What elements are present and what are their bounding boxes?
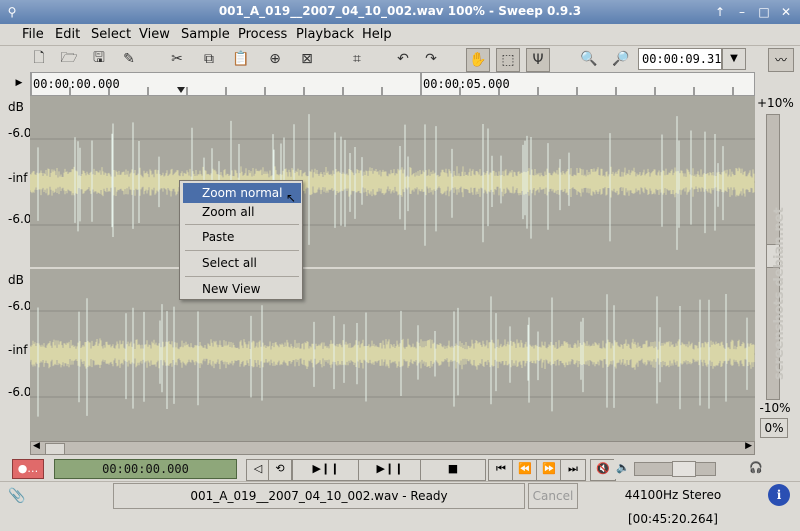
- paste-fade-icon[interactable]: ⊠: [296, 48, 318, 70]
- redo-icon[interactable]: ↷: [420, 48, 442, 70]
- maximize-icon[interactable]: □: [756, 4, 772, 20]
- loop-icon[interactable]: ⟲: [268, 459, 292, 481]
- chevron-down-icon[interactable]: ▼: [722, 48, 746, 70]
- play-pause-icon[interactable]: ▶❙❙: [292, 459, 360, 481]
- menu-item-new-view[interactable]: New View: [183, 279, 301, 299]
- record-icon[interactable]: ●…: [12, 459, 44, 479]
- up-icon[interactable]: ↑: [712, 4, 728, 20]
- db-label: -6.0: [8, 212, 32, 226]
- zoom-out-icon[interactable]: 🔎: [610, 48, 632, 70]
- copy-icon[interactable]: ⧉: [198, 48, 220, 70]
- mute-icon[interactable]: 🔇: [590, 459, 616, 481]
- skip-end-icon[interactable]: ⏭: [560, 459, 586, 481]
- menu-item-zoom-all[interactable]: Zoom all: [183, 202, 301, 222]
- waveform-canvas[interactable]: [30, 96, 755, 441]
- db-label: dB: [8, 273, 24, 287]
- waveform-view[interactable]: [30, 96, 755, 441]
- cut-icon[interactable]: ✂: [166, 48, 188, 70]
- menu-item-zoom-normal[interactable]: Zoom normal: [183, 183, 301, 203]
- context-menu: Zoom normal Zoom all Paste Select all Ne…: [179, 180, 303, 300]
- undo-icon[interactable]: ↶: [392, 48, 414, 70]
- tuning-fork-icon[interactable]: Ψ: [526, 48, 550, 72]
- menu-item-select-all[interactable]: Select all: [183, 253, 301, 273]
- time-entry[interactable]: 00:00:09.311: [638, 48, 729, 70]
- ruler-label: 00:00:05.000: [423, 77, 510, 91]
- ruler-arrow-icon[interactable]: ▶: [8, 72, 30, 96]
- stop-icon[interactable]: ■: [420, 459, 486, 481]
- loop-back-icon[interactable]: ◁: [246, 459, 270, 481]
- window-title: 001_A_019__2007_04_10_002.wav 100% - Swe…: [218, 4, 582, 18]
- db-label: -6.0: [8, 385, 32, 399]
- hand-icon[interactable]: ✋: [466, 48, 490, 72]
- menu-separator: [185, 224, 299, 225]
- db-label: -6.0: [8, 299, 32, 313]
- volume-slider-thumb[interactable]: [672, 461, 696, 477]
- status-message: 001_A_019__2007_04_10_002.wav - Ready: [113, 483, 525, 509]
- ruler-ticks: [31, 73, 734, 95]
- save-icon[interactable]: 🖫: [88, 48, 110, 70]
- format-info: 44100Hz Stereo [00:45:20.264]: [624, 488, 722, 526]
- paperclip-icon: 📎: [8, 488, 26, 504]
- menu-process[interactable]: Process: [238, 27, 287, 42]
- slider-value-button[interactable]: 0%: [760, 418, 788, 438]
- headphones-icon[interactable]: 🎧: [736, 459, 776, 479]
- scroll-thumb[interactable]: [45, 443, 65, 455]
- menu-edit[interactable]: Edit: [55, 27, 80, 42]
- waveform-channel: [30, 293, 755, 417]
- db-label: dB: [8, 100, 24, 114]
- crop-icon[interactable]: ⌗: [346, 48, 368, 70]
- skip-start-icon[interactable]: ⏮: [488, 459, 514, 481]
- cancel-button[interactable]: Cancel: [528, 483, 578, 509]
- waveform-view-icon[interactable]: 〰: [768, 48, 794, 72]
- db-label: -inf: [8, 171, 28, 185]
- new-file-icon[interactable]: 🗋: [28, 48, 50, 70]
- scroll-left-icon[interactable]: ◀: [33, 441, 40, 451]
- paste-icon[interactable]: 📋: [230, 48, 252, 70]
- menu-file[interactable]: File: [22, 27, 44, 42]
- watermark-text: screenshots.debian.net: [772, 207, 787, 380]
- select-region-icon[interactable]: ⬚: [496, 48, 520, 72]
- cursor-marker: [177, 87, 185, 93]
- zoom-in-icon[interactable]: 🔍: [578, 48, 600, 70]
- db-label: -6.0: [8, 126, 32, 140]
- fast-forward-icon[interactable]: ⏩: [536, 459, 562, 481]
- db-label: -inf: [8, 343, 28, 357]
- menu-separator: [185, 250, 299, 251]
- mouse-cursor-icon: ↖: [286, 191, 297, 205]
- title-bar: ⚲ 001_A_019__2007_04_10_002.wav 100% - S…: [0, 0, 800, 24]
- menu-bar: File Edit Select View Sample Process Pla…: [0, 24, 800, 46]
- waveform-channel: [30, 114, 755, 250]
- open-file-icon[interactable]: 🗁: [58, 48, 80, 70]
- menu-view[interactable]: View: [139, 27, 170, 42]
- scroll-right-icon[interactable]: ▶: [745, 441, 752, 451]
- paste-mix-icon[interactable]: ⊕: [264, 48, 286, 70]
- menu-help[interactable]: Help: [362, 27, 392, 42]
- volume-icon: 🔈: [614, 459, 632, 479]
- menu-item-paste[interactable]: Paste: [183, 227, 301, 247]
- position-display: 00:00:00.000: [54, 459, 237, 479]
- info-icon[interactable]: i: [768, 484, 790, 506]
- save-as-icon[interactable]: ✎: [118, 48, 140, 70]
- slider-bottom-label: -10%: [759, 401, 791, 415]
- close-icon[interactable]: ✕: [778, 4, 794, 20]
- rewind-icon[interactable]: ⏪: [512, 459, 538, 481]
- menu-playback[interactable]: Playback: [296, 27, 354, 42]
- time-ruler[interactable]: 00:00:00.000 00:00:05.000: [30, 72, 755, 96]
- play-selection-icon[interactable]: ▶❙❙: [358, 459, 422, 481]
- menu-select[interactable]: Select: [91, 27, 131, 42]
- menu-sample[interactable]: Sample: [181, 27, 230, 42]
- menu-separator: [185, 276, 299, 277]
- ruler-label: 00:00:00.000: [33, 77, 120, 91]
- minimize-icon[interactable]: –: [734, 4, 750, 20]
- db-scale: dB -6.0 -inf -6.0 dB -6.0 -inf -6.0: [0, 96, 32, 441]
- horizontal-scrollbar[interactable]: ◀ ▶: [30, 441, 755, 455]
- slider-top-label: +10%: [757, 96, 794, 110]
